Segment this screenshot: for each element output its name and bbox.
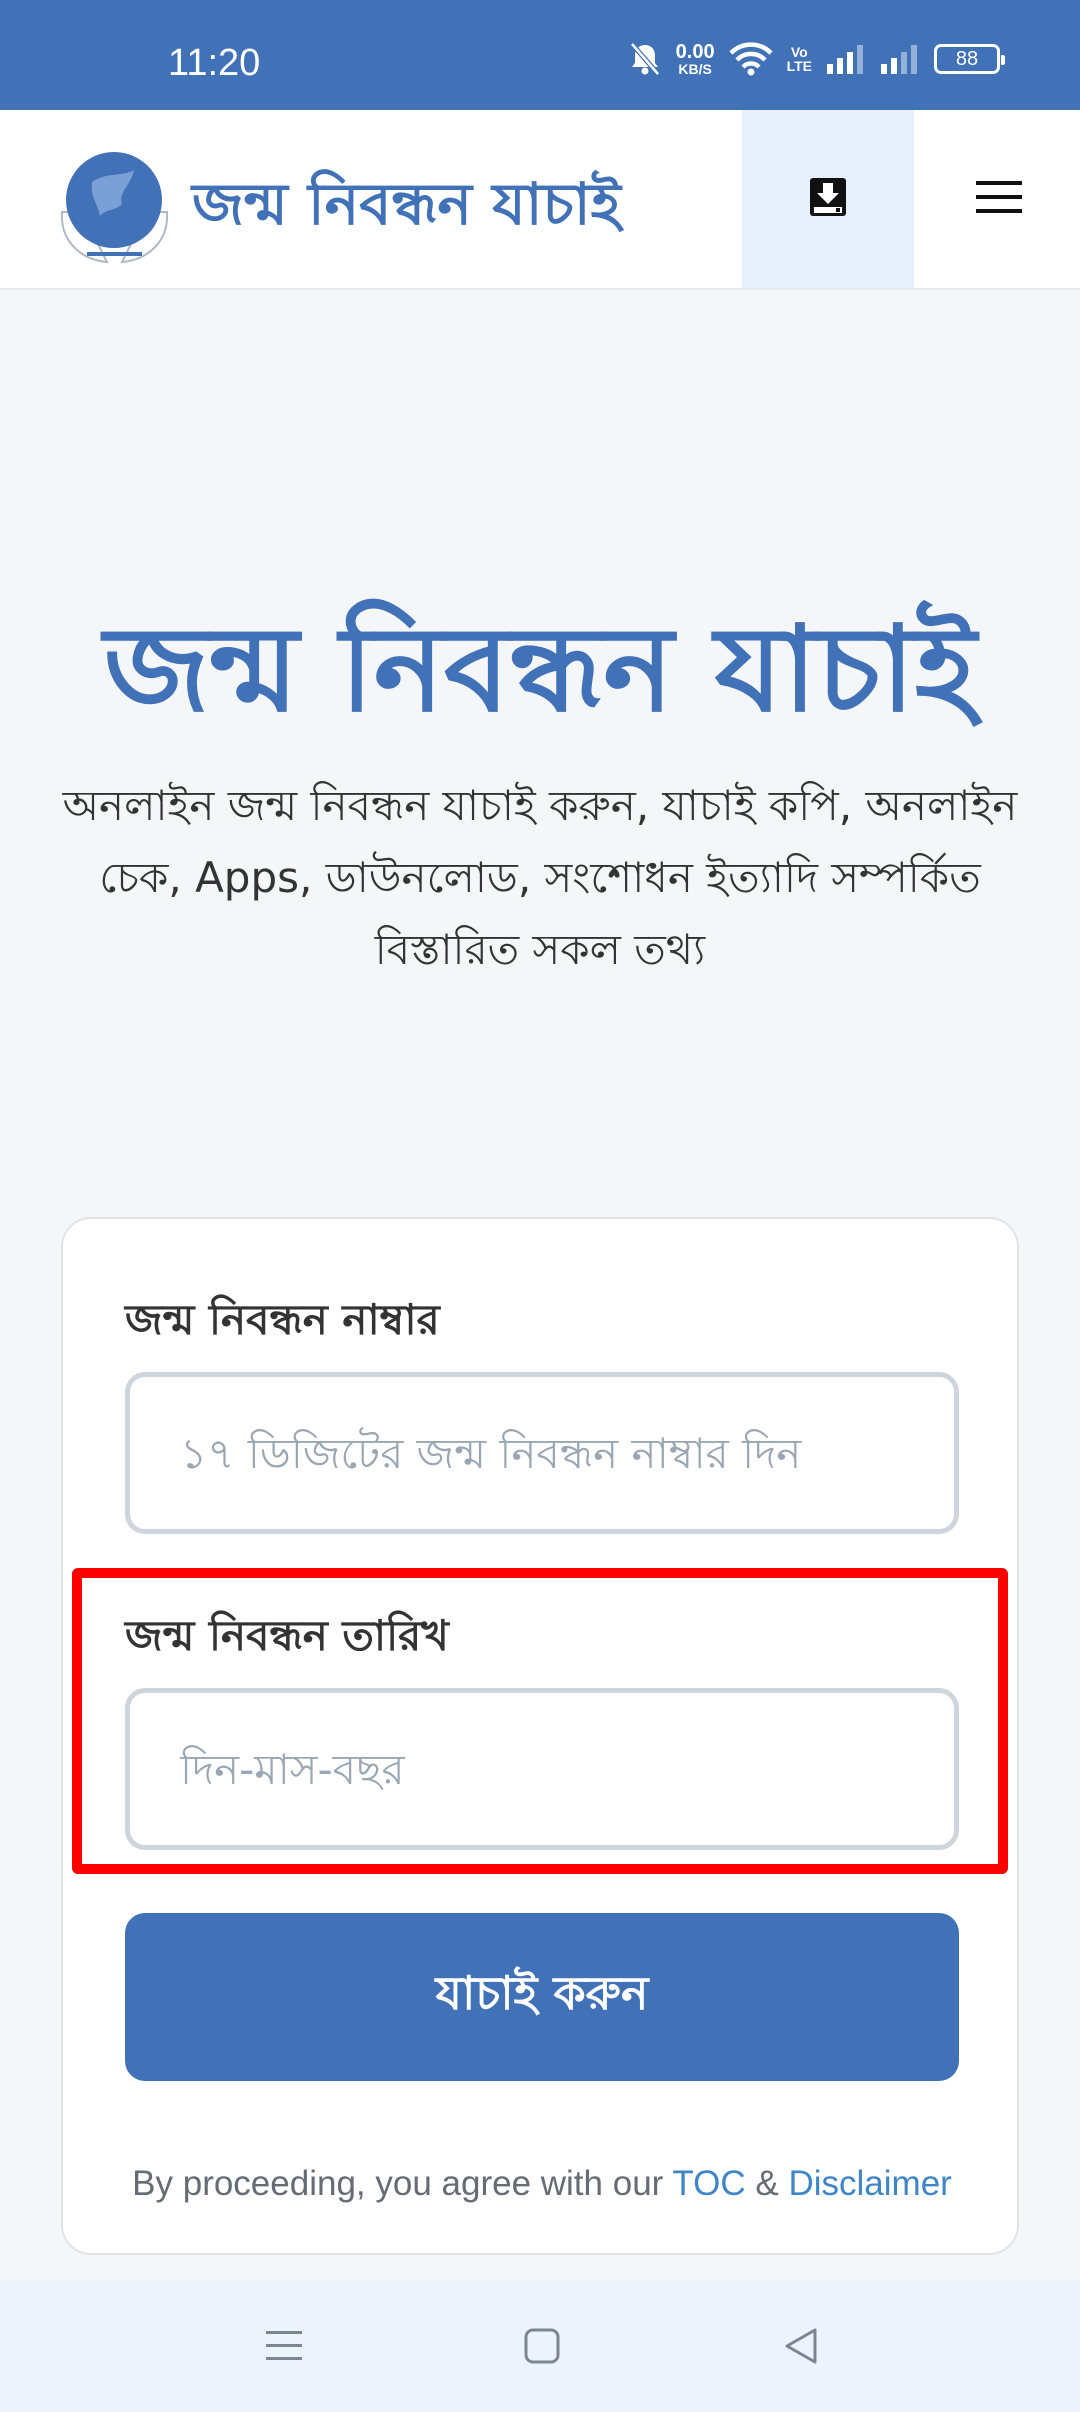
signal-icon (826, 44, 866, 74)
status-icons: 0.00 KB/S Vo LTE 88 (628, 34, 1005, 84)
status-time: 11:20 (168, 42, 261, 84)
highlight-box (72, 1568, 1008, 1874)
home-icon (523, 2327, 561, 2369)
download-button[interactable] (742, 110, 914, 288)
hamburger-menu-icon (976, 179, 1022, 219)
reg-number-label: জন্ম নিবন্ধন নাম্বার (125, 1295, 440, 1344)
mute-bell-icon (628, 41, 662, 77)
net-speed: 0.00 KB/S (675, 41, 715, 77)
recent-apps-button[interactable] (254, 2318, 314, 2378)
signal-icon (880, 44, 920, 74)
terms-notice: By proceeding, you agree with our TOC & … (132, 2164, 952, 2203)
page-subtitle: অনলাইন জন্ম নিবন্ধন যাচাই করুন, যাচাই কপ… (62, 781, 1018, 974)
recent-apps-icon (264, 2327, 304, 2369)
app-header: জন্ম নিবন্ধন যাচাই (0, 110, 1080, 290)
page-title: জন্ম নিবন্ধন যাচাই (103, 600, 977, 738)
back-button[interactable] (770, 2318, 830, 2378)
system-nav-bar (0, 2280, 1080, 2412)
battery-icon: 88 (934, 44, 1005, 74)
status-bar: 11:20 0.00 KB/S Vo LTE 88 (0, 0, 1080, 110)
wifi-icon (728, 42, 773, 76)
toc-link[interactable]: TOC (672, 2164, 745, 2203)
brand-title[interactable]: জন্ম নিবন্ধন যাচাই (192, 160, 621, 257)
download-icon (809, 177, 847, 221)
globe-hands-logo[interactable] (52, 142, 177, 267)
back-icon (781, 2326, 819, 2370)
volte-icon: Vo LTE (786, 44, 812, 74)
reg-number-input[interactable] (125, 1372, 959, 1534)
menu-button[interactable] (934, 110, 1064, 288)
home-button[interactable] (512, 2318, 572, 2378)
verify-button[interactable]: যাচাই করুন (125, 1913, 959, 2081)
disclaimer-link[interactable]: Disclaimer (788, 2164, 951, 2203)
